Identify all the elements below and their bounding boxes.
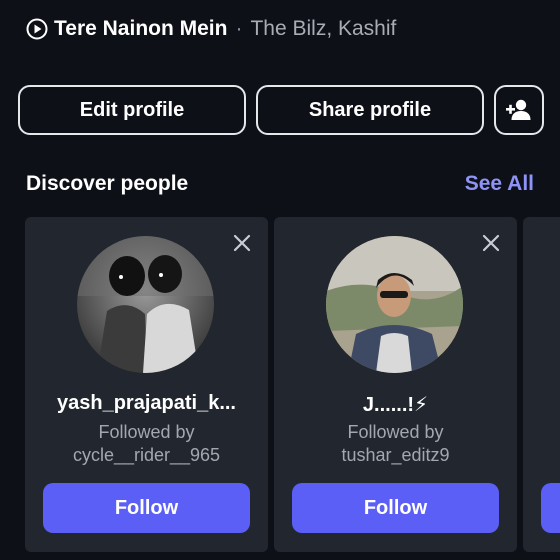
suggestion-card[interactable]: yash_prajapati_k... Followed by cycle__r… xyxy=(25,217,268,552)
followed-by-user: tushar_editz9 xyxy=(341,445,450,465)
share-profile-button[interactable]: Share profile xyxy=(256,85,484,135)
followed-by-label: Followed by xyxy=(98,422,195,442)
discover-people-heading: Discover people xyxy=(26,172,189,195)
follow-button-partial[interactable] xyxy=(541,483,560,533)
suggested-username[interactable]: J......!⚡ xyxy=(274,392,517,417)
edit-profile-label: Edit profile xyxy=(79,98,185,121)
followed-by-label: Followed by xyxy=(347,422,444,442)
followed-by-user: cycle__rider__965 xyxy=(72,445,221,465)
follow-button[interactable]: Follow xyxy=(43,483,250,533)
song-title: Tere Nainon Mein xyxy=(54,17,228,40)
see-all-link[interactable]: See All xyxy=(465,172,534,196)
follow-label: Follow xyxy=(114,496,179,519)
edit-profile-button[interactable]: Edit profile xyxy=(18,85,246,135)
share-profile-label: Share profile xyxy=(308,98,432,121)
separator: · xyxy=(235,17,243,40)
close-icon[interactable] xyxy=(232,233,252,253)
artist-name: The Bilz, Kashif xyxy=(250,17,397,40)
follow-button[interactable]: Follow xyxy=(292,483,499,533)
profile-actions: Edit profile Share profile xyxy=(18,85,544,135)
add-person-icon xyxy=(506,99,531,120)
follow-label: Follow xyxy=(363,496,428,519)
avatar[interactable] xyxy=(326,236,463,373)
avatar[interactable] xyxy=(77,236,214,373)
play-circle-icon xyxy=(26,18,48,40)
now-playing[interactable]: Tere Nainon Mein · The Bilz, Kashif xyxy=(26,14,396,44)
suggestion-card[interactable]: J......!⚡ Followed by tushar_editz9 Foll… xyxy=(274,217,517,552)
discover-people-button[interactable] xyxy=(494,85,544,135)
suggested-username[interactable]: yash_prajapati_k... xyxy=(25,392,268,415)
close-icon[interactable] xyxy=(481,233,501,253)
suggestion-card-peek[interactable] xyxy=(523,217,560,552)
